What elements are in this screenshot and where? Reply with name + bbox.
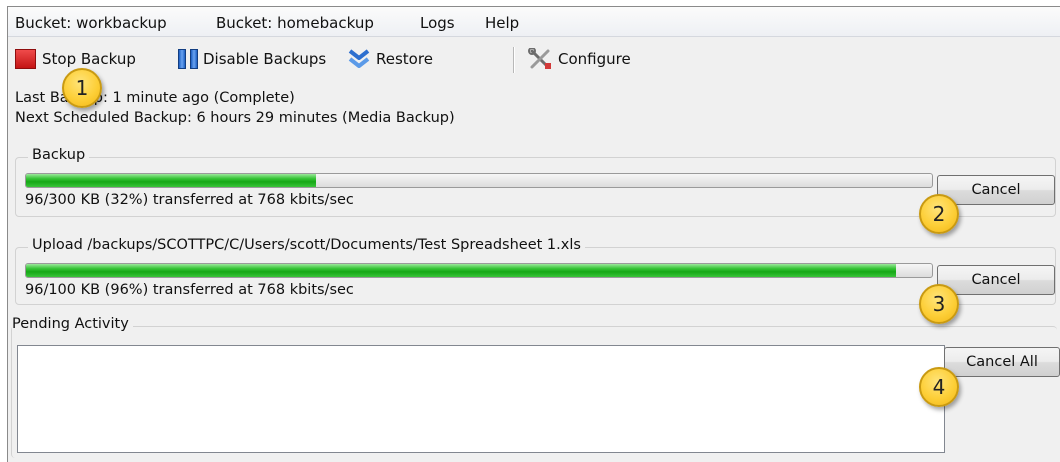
backup-app-window: Bucket: workbackup Bucket: homebackup Lo… [7,6,1060,462]
backup-progress-bar [25,173,933,188]
cancel-all-button[interactable]: Cancel All [944,347,1060,377]
stop-backup-label: Stop Backup [42,50,136,68]
menu-bucket-homebackup[interactable]: Bucket: homebackup [216,13,374,33]
upload-progress-bar [25,263,933,278]
backup-progress-fill [26,174,316,187]
upload-group: Upload /backups/SCOTTPC/C/Users/scott/Do… [15,237,1056,305]
cancel-upload-button[interactable]: Cancel [937,265,1055,295]
disable-backups-button[interactable]: Disable Backups [178,45,326,73]
menu-logs[interactable]: Logs [420,13,455,33]
pending-activity-list[interactable] [17,345,945,453]
pause-bars-icon [178,49,198,69]
backup-group: Backup 96/300 KB (32%) transferred at 76… [15,147,1056,217]
last-backup-status: Last Backup: 1 minute ago (Complete) [15,90,295,106]
pending-activity-group: Pending Activity [11,316,1057,458]
configure-label: Configure [558,50,631,68]
annotation-marker-4: 4 [919,367,959,407]
restore-label: Restore [376,50,433,68]
upload-group-title: Upload /backups/SCOTTPC/C/Users/scott/Do… [28,237,585,253]
upload-transfer-text: 96/100 KB (96%) transferred at 768 kbits… [25,282,354,298]
disable-backups-label: Disable Backups [203,50,327,68]
pending-activity-title: Pending Activity [12,316,133,332]
annotation-marker-1: 1 [62,68,102,108]
configure-button[interactable]: Configure [528,45,631,73]
menu-help[interactable]: Help [485,13,519,33]
menu-bar: Bucket: workbackup Bucket: homebackup Lo… [8,7,1060,37]
menu-bucket-workbackup[interactable]: Bucket: workbackup [15,13,167,33]
double-chevron-down-icon [348,49,370,68]
toolbar: Stop Backup Disable Backups Restore Conf… [8,45,1060,75]
annotation-marker-3: 3 [919,284,959,324]
stop-square-icon [15,49,36,69]
backup-group-title: Backup [28,147,90,163]
toolbar-separator [513,47,515,73]
cancel-backup-button[interactable]: Cancel [937,175,1055,205]
restore-button[interactable]: Restore [348,45,433,73]
next-backup-status: Next Scheduled Backup: 6 hours 29 minute… [15,110,455,126]
tools-icon [528,48,551,69]
annotation-marker-2: 2 [919,194,959,234]
upload-progress-fill [26,264,896,277]
backup-transfer-text: 96/300 KB (32%) transferred at 768 kbits… [25,192,354,208]
